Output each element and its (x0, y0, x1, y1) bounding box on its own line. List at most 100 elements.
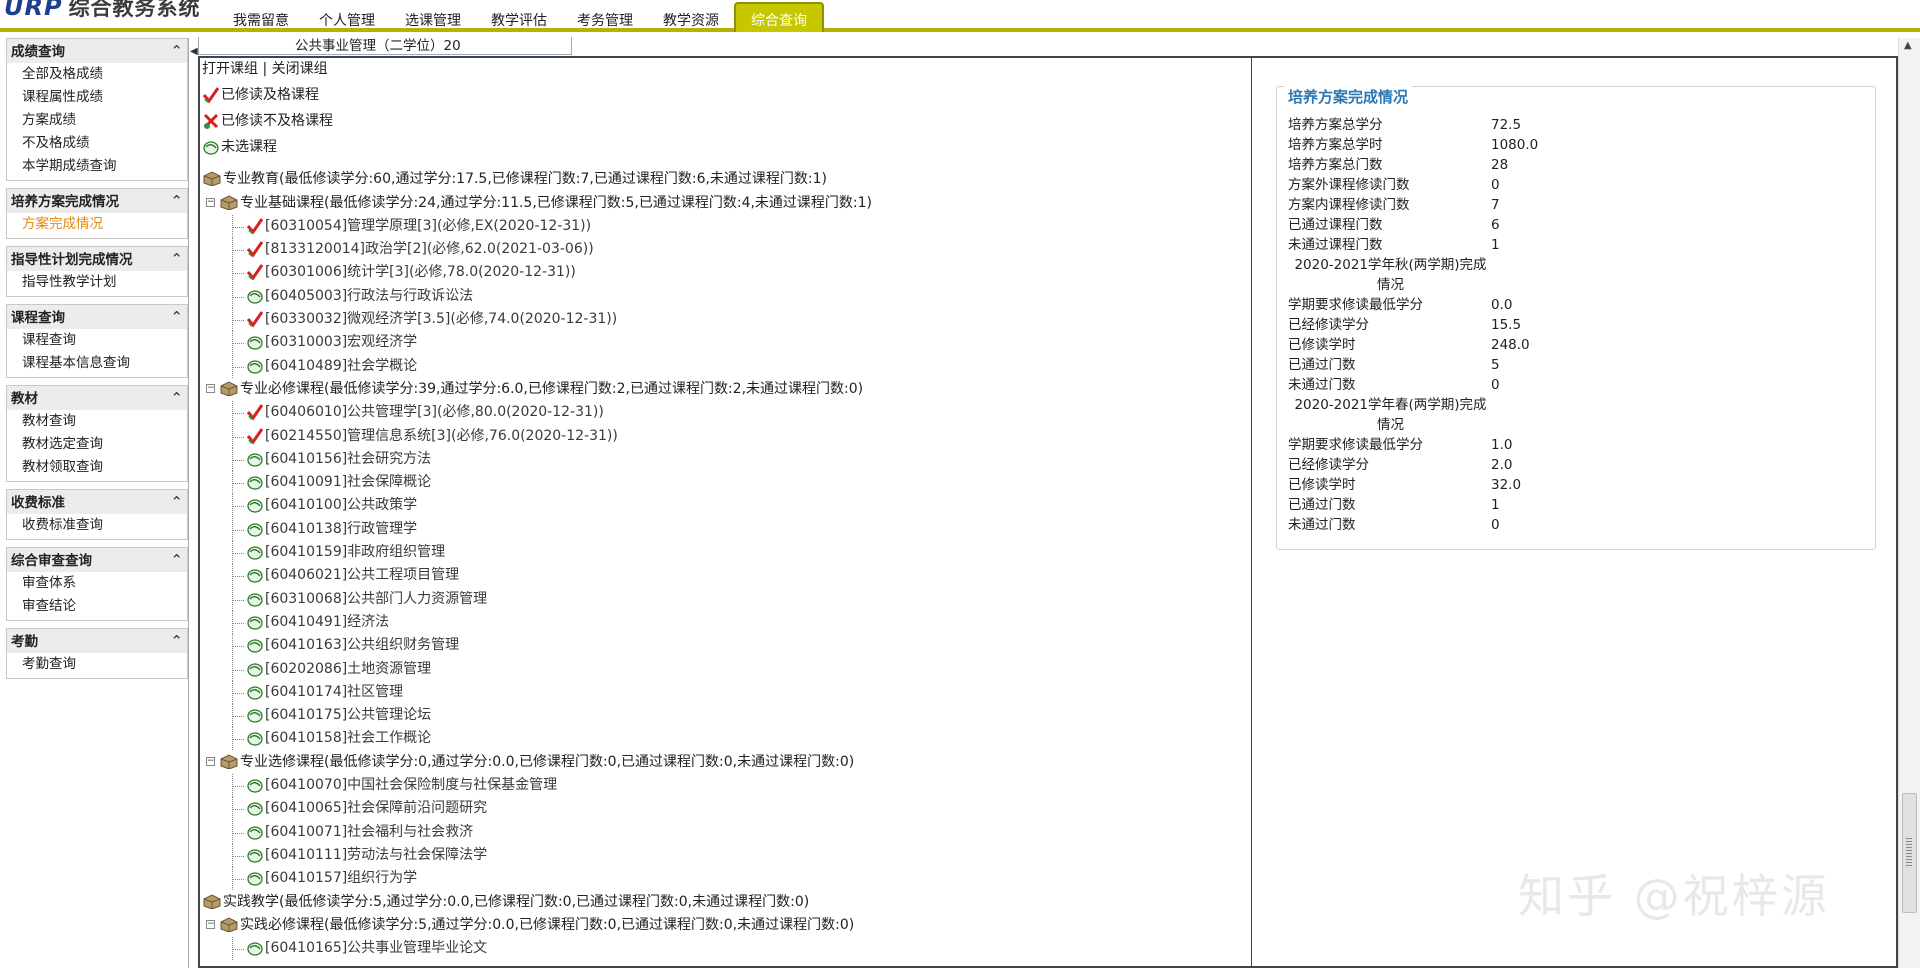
course-label[interactable]: [60410100]公共政策学 (265, 497, 417, 513)
course-label[interactable]: [60410174]社区管理 (265, 684, 403, 700)
tree-node[interactable]: [60410489]社会学概论 (202, 354, 1242, 378)
tree-node[interactable]: [60310003]宏观经济学 (202, 331, 1242, 355)
tree-node[interactable]: [8133120014]政治学[2](必修,62.0(2021-03-06)) (202, 238, 1242, 262)
sidebar-item[interactable]: 教材查询 (7, 410, 187, 433)
course-label[interactable]: [60410163]公共组织财务管理 (265, 637, 459, 653)
collapse-left-icon[interactable]: ◀ (190, 46, 198, 57)
course-label[interactable]: [60406010]公共管理学[3](必修,80.0(2020-12-31)) (265, 404, 604, 420)
chevron-up-icon[interactable]: ⌃ (170, 304, 183, 330)
tree-node[interactable]: [60410157]组织行为学 (202, 867, 1242, 891)
sidebar-item[interactable]: 指导性教学计划 (7, 271, 187, 294)
tree-node[interactable]: [60410175]公共管理论坛 (202, 704, 1242, 728)
sidebar-item[interactable]: 审查结论 (7, 595, 187, 618)
sidebar-section-header[interactable]: 成绩查询 ⌃ (7, 39, 187, 63)
course-label[interactable]: [60410489]社会学概论 (265, 358, 417, 374)
tree-node[interactable]: 专业教育(最低修读学分:60,通过学分:17.5,已修课程门数:7,已通过课程门… (202, 168, 1242, 191)
close-groups-link[interactable]: 关闭课组 (272, 61, 328, 77)
course-label[interactable]: [60410157]组织行为学 (265, 870, 417, 886)
tree-node[interactable]: [60405003]行政法与行政诉讼法 (202, 284, 1242, 308)
course-label[interactable]: [60310003]宏观经济学 (265, 334, 417, 350)
vertical-scrollbar[interactable]: ▲ (1898, 38, 1920, 968)
course-label[interactable]: [60410165]公共事业管理毕业论文 (265, 940, 487, 956)
tab-2[interactable]: 选课管理 (390, 2, 476, 32)
open-groups-link[interactable]: 打开课组 (202, 61, 258, 77)
course-label[interactable]: [60410071]社会福利与社会救济 (265, 824, 473, 840)
sidebar-section-header[interactable]: 课程查询 ⌃ (7, 305, 187, 329)
chevron-up-icon[interactable]: ⌃ (170, 385, 183, 411)
tree-node[interactable]: − 专业基础课程(最低修读学分:24,通过学分:11.5,已修课程门数:5,已通过… (202, 192, 1242, 215)
tab-4[interactable]: 考务管理 (562, 2, 648, 32)
tab-6[interactable]: 综合查询 (734, 2, 824, 32)
course-group-label[interactable]: 实践教学(最低修读学分:5,通过学分:0.0,已修课程门数:0,已通过课程门数:… (223, 894, 809, 910)
scroll-up-icon[interactable]: ▲ (1904, 40, 1912, 51)
sidebar-item[interactable]: 不及格成绩 (7, 132, 187, 155)
collapse-minus-icon[interactable]: − (206, 920, 215, 930)
sidebar-section-header[interactable]: 培养方案完成情况 ⌃ (7, 189, 187, 213)
tree-node[interactable]: [60301006]统计学[3](必修,78.0(2020-12-31)) (202, 261, 1242, 285)
course-group-label[interactable]: 专业必修课程(最低修读学分:39,通过学分:6.0,已修课程门数:2,已通过课程… (240, 381, 863, 397)
sidebar-item[interactable]: 课程基本信息查询 (7, 352, 187, 375)
course-label[interactable]: [60410491]经济法 (265, 614, 389, 630)
tree-node[interactable]: − 专业选修课程(最低修读学分:0,通过学分:0.0,已修课程门数:0,已通过课程… (202, 751, 1242, 774)
sidebar-item[interactable]: 收费标准查询 (7, 514, 187, 537)
tree-node[interactable]: [60410070]中国社会保险制度与社保基金管理 (202, 774, 1242, 798)
tree-node[interactable]: [60410091]社会保障概论 (202, 471, 1242, 495)
course-label[interactable]: [60310054]管理学原理[3](必修,EX(2020-12-31)) (265, 218, 591, 234)
tree-node[interactable]: [60202086]土地资源管理 (202, 657, 1242, 681)
tree-node[interactable]: [60410156]社会研究方法 (202, 447, 1242, 471)
sidebar-section-header[interactable]: 综合审查查询 ⌃ (7, 548, 187, 572)
course-label[interactable]: [60410175]公共管理论坛 (265, 707, 431, 723)
tab-3[interactable]: 教学评估 (476, 2, 562, 32)
course-label[interactable]: [60410158]社会工作概论 (265, 730, 431, 746)
tree-node[interactable]: [60214550]管理信息系统[3](必修,76.0(2020-12-31)) (202, 424, 1242, 448)
tree-node[interactable]: [60330032]微观经济学[3.5](必修,74.0(2020-12-31)… (202, 308, 1242, 332)
course-label[interactable]: [60406021]公共工程项目管理 (265, 567, 459, 583)
tree-node[interactable]: [60410158]社会工作概论 (202, 727, 1242, 751)
tab-0[interactable]: 我需留意 (218, 2, 304, 32)
tab-5[interactable]: 教学资源 (648, 2, 734, 32)
course-label[interactable]: [60410156]社会研究方法 (265, 451, 431, 467)
course-label[interactable]: [60214550]管理信息系统[3](必修,76.0(2020-12-31)) (265, 428, 618, 444)
sidebar-item[interactable]: 方案成绩 (7, 109, 187, 132)
sidebar-section-header[interactable]: 指导性计划完成情况 ⌃ (7, 247, 187, 271)
collapse-minus-icon[interactable]: − (206, 757, 215, 767)
tab-1[interactable]: 个人管理 (304, 2, 390, 32)
tree-node[interactable]: [60410065]社会保障前沿问题研究 (202, 797, 1242, 821)
tree-node[interactable]: [60406021]公共工程项目管理 (202, 564, 1242, 588)
tree-node[interactable]: [60410071]社会福利与社会救济 (202, 820, 1242, 844)
course-label[interactable]: [60410091]社会保障概论 (265, 474, 431, 490)
tree-node[interactable]: [60410159]非政府组织管理 (202, 541, 1242, 565)
chevron-up-icon[interactable]: ⌃ (170, 188, 183, 214)
sidebar-item[interactable]: 考勤查询 (7, 653, 187, 676)
course-label[interactable]: [8133120014]政治学[2](必修,62.0(2021-03-06)) (265, 241, 594, 257)
course-label[interactable]: [60410138]行政管理学 (265, 521, 417, 537)
sidebar-item[interactable]: 教材领取查询 (7, 456, 187, 479)
sidebar-item[interactable]: 课程查询 (7, 329, 187, 352)
chevron-up-icon[interactable]: ⌃ (170, 547, 183, 573)
collapse-minus-icon[interactable]: − (206, 198, 215, 208)
tree-node[interactable]: [60310068]公共部门人力资源管理 (202, 587, 1242, 611)
tree-node[interactable]: [60410165]公共事业管理毕业论文 (202, 937, 1242, 961)
sidebar-item[interactable]: 审查体系 (7, 572, 187, 595)
sidebar-item[interactable]: 全部及格成绩 (7, 63, 187, 86)
tree-node[interactable]: − 专业必修课程(最低修读学分:39,通过学分:6.0,已修课程门数:2,已通过课… (202, 378, 1242, 401)
sidebar-section-header[interactable]: 教材 ⌃ (7, 386, 187, 410)
course-label[interactable]: [60410111]劳动法与社会保障法学 (265, 847, 487, 863)
sidebar-item[interactable]: 本学期成绩查询 (7, 155, 187, 178)
sidebar-item[interactable]: 方案完成情况 (7, 213, 187, 236)
sidebar-section-header[interactable]: 收费标准 ⌃ (7, 490, 187, 514)
course-label[interactable]: [60310068]公共部门人力资源管理 (265, 591, 487, 607)
tree-node[interactable]: [60410491]经济法 (202, 610, 1242, 634)
tree-node[interactable]: 实践教学(最低修读学分:5,通过学分:0.0,已修课程门数:0,已通过课程门数:… (202, 891, 1242, 914)
sidebar-item[interactable]: 课程属性成绩 (7, 86, 187, 109)
course-group-label[interactable]: 专业选修课程(最低修读学分:0,通过学分:0.0,已修课程门数:0,已通过课程门… (240, 754, 854, 770)
tree-node[interactable]: − 实践必修课程(最低修读学分:5,通过学分:0.0,已修课程门数:0,已通过课程… (202, 914, 1242, 937)
tree-node[interactable]: [60410111]劳动法与社会保障法学 (202, 843, 1242, 867)
tree-node[interactable]: [60410174]社区管理 (202, 680, 1242, 704)
sidebar-item[interactable]: 教材选定查询 (7, 433, 187, 456)
course-label[interactable]: [60410065]社会保障前沿问题研究 (265, 800, 487, 816)
course-label[interactable]: [60301006]统计学[3](必修,78.0(2020-12-31)) (265, 264, 576, 280)
course-group-label[interactable]: 专业教育(最低修读学分:60,通过学分:17.5,已修课程门数:7,已通过课程门… (223, 171, 827, 187)
tree-node[interactable]: [60410163]公共组织财务管理 (202, 634, 1242, 658)
tree-node[interactable]: [60310054]管理学原理[3](必修,EX(2020-12-31)) (202, 214, 1242, 238)
